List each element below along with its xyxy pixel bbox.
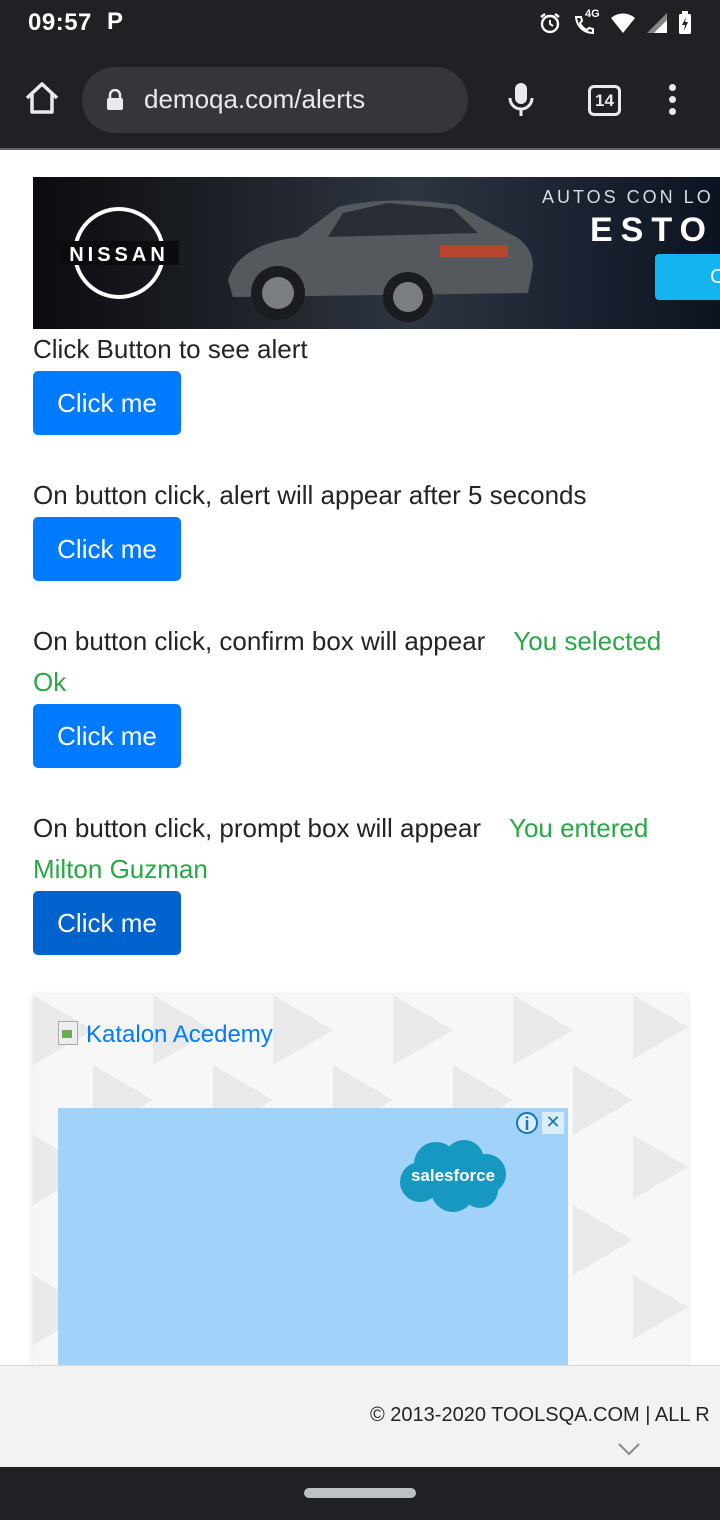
svg-text:salesforce: salesforce — [411, 1166, 495, 1185]
status-time: 09:57 — [28, 9, 92, 36]
confirm-label: On button click, confirm box will appear… — [33, 621, 693, 703]
katalon-academy-image-link[interactable]: Katalon Acedemy — [58, 1021, 273, 1049]
car-image — [228, 200, 533, 322]
confirm-label-text: On button click, confirm box will appear — [33, 626, 486, 656]
prompt-label-text: On button click, prompt box will appear — [33, 813, 481, 843]
footer-copyright: © 2013-2020 TOOLSQA.COM | ALL R — [370, 1404, 710, 1426]
cell-signal-icon — [647, 13, 667, 33]
alert-button[interactable]: Click me — [33, 371, 181, 435]
wifi-icon — [611, 13, 635, 33]
salesforce-ad[interactable]: salesforce i ✕ — [58, 1108, 568, 1385]
broken-image-icon — [58, 1021, 78, 1045]
svg-text:NISSAN: NISSAN — [69, 244, 169, 266]
salesforce-logo: salesforce — [400, 1140, 506, 1212]
footer: © 2013-2020 TOOLSQA.COM | ALL R — [0, 1365, 720, 1467]
katalon-academy-alt-text: Katalon Acedemy — [86, 1021, 273, 1048]
timer-alert-label: On button click, alert will appear after… — [33, 475, 693, 516]
adchoices: i ✕ — [516, 1112, 564, 1134]
timer-alert-button[interactable]: Click me — [33, 517, 181, 581]
ad-cta-button[interactable]: C — [655, 254, 720, 300]
prompt-label: On button click, prompt box will appear Y… — [33, 808, 693, 890]
alert-label: Click Button to see alert — [33, 329, 693, 370]
ad-tagline-top: AUTOS CON LO — [542, 187, 714, 207]
lock-icon — [107, 89, 123, 110]
tab-switcher-button[interactable]: 14 — [588, 85, 621, 116]
nissan-ad-banner[interactable]: NISSAN AUTOS CON LO ESTO C — [33, 177, 720, 329]
volte-call-icon: 4G — [572, 8, 600, 35]
url-text: demoqa.com/alerts — [144, 84, 366, 114]
nissan-logo: NISSAN — [59, 207, 179, 299]
status-icons: 4G — [538, 8, 692, 36]
prompt-button[interactable]: Click me — [33, 891, 181, 955]
system-navigation-bar — [0, 1467, 720, 1520]
overflow-menu-icon[interactable] — [662, 84, 682, 118]
alarm-icon — [540, 13, 560, 34]
promo-card: Katalon Acedemy salesforce i ✕ — [33, 995, 688, 1385]
ad-close-icon[interactable]: ✕ — [542, 1112, 564, 1134]
address-bar[interactable]: demoqa.com/alerts — [82, 67, 468, 133]
parking-notification-icon: P — [107, 8, 124, 35]
gesture-home-handle[interactable] — [304, 1488, 416, 1498]
browser-toolbar: demoqa.com/alerts 14 — [0, 48, 720, 148]
home-icon[interactable] — [22, 78, 62, 118]
ad-info-icon[interactable]: i — [516, 1112, 538, 1134]
network-type: 4G — [585, 8, 600, 20]
toolbar-divider — [0, 148, 720, 150]
status-bar: 09:57 P 4G — [0, 0, 720, 48]
chevron-down-icon[interactable] — [617, 1442, 641, 1456]
microphone-icon[interactable] — [506, 82, 536, 118]
ad-tagline-bottom: ESTO — [590, 211, 714, 249]
timer-alert-label-text: On button click, alert will appear after… — [33, 480, 587, 510]
alert-label-text: Click Button to see alert — [33, 334, 308, 364]
battery-charging-icon — [679, 11, 691, 34]
confirm-button[interactable]: Click me — [33, 704, 181, 768]
